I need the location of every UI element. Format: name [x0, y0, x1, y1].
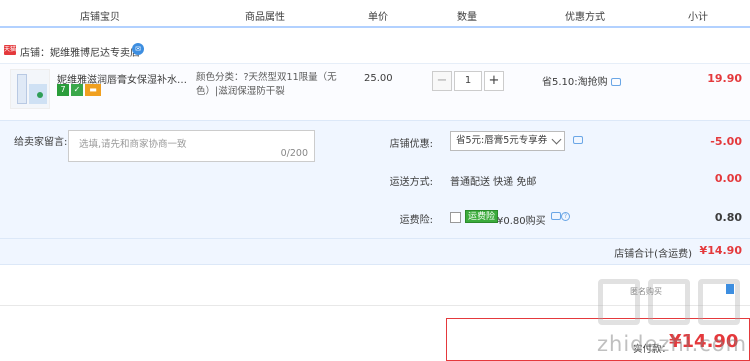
insurance-label: 运费险:: [399, 215, 433, 226]
col-shop-item: 店铺宝贝: [80, 12, 120, 23]
unit-price: 25.00: [364, 73, 393, 84]
watermark-logo-icon: [598, 279, 743, 331]
col-quantity: 数量: [457, 12, 477, 23]
product-attributes: 颜色分类：?天然型双11限量（无色）|滋润保湿防干裂: [196, 72, 337, 97]
cart-item-row: 妮维雅滋润唇膏女保湿补水变色... 7✓▬ 颜色分类：?天然型双11限量（无色）…: [0, 63, 750, 120]
col-attributes: 商品属性: [245, 12, 285, 23]
shop-total-label: 店铺合计(含运费): [614, 249, 692, 260]
header-divider: [0, 26, 750, 28]
seller-message-placeholder: 选填,请先和商家协商一致: [79, 139, 187, 150]
increase-quantity-button[interactable]: +: [484, 71, 504, 91]
shop-discount-select[interactable]: 省5元:唇膏5元专享券: [450, 131, 565, 151]
insurance-tag: 运费险: [465, 210, 499, 223]
seven-day-return-icon[interactable]: 7: [57, 84, 69, 96]
shop-total-value: ¥14.90: [699, 244, 742, 257]
decrease-quantity-button[interactable]: −: [432, 71, 452, 91]
insurance-price-text: ¥0.80购买: [497, 216, 546, 227]
insurance-amount: 0.80: [714, 211, 742, 224]
watermark-url: zhidezhi.com: [597, 332, 748, 356]
tmall-badge-icon: 天猫: [4, 45, 17, 55]
insurance-checkbox[interactable]: [450, 212, 461, 223]
shipping-method: 普通配送 快递 免邮: [450, 177, 537, 188]
wangwang-chat-icon[interactable]: ✉: [132, 43, 144, 55]
col-subtotal: 小计: [688, 12, 708, 23]
quantity-input[interactable]: 1: [454, 71, 482, 91]
promotion-text: 省5.10:淘抢购: [542, 77, 608, 88]
comment-icon[interactable]: [551, 212, 561, 220]
product-thumbnail[interactable]: [10, 69, 50, 109]
service-icons: 7 ✓ ▬: [57, 84, 103, 96]
cart-column-header: 店铺宝贝 商品属性 单价 数量 优惠方式 小计: [0, 0, 750, 26]
comment-icon[interactable]: [610, 78, 621, 86]
shipping-label: 运送方式:: [389, 177, 433, 188]
col-unit-price: 单价: [368, 12, 388, 23]
shop-discount-selected: 省5元:唇膏5元专享券: [456, 135, 548, 146]
seller-message-input[interactable]: 选填,请先和商家协商一致 0/200: [68, 130, 315, 162]
insurance-help: ?: [548, 211, 570, 222]
col-discount: 优惠方式: [565, 12, 605, 23]
shop-name-link[interactable]: 店铺：妮维雅博尼达专卖店: [20, 44, 140, 59]
guarantee-icon[interactable]: ✓: [71, 84, 83, 96]
shop-discount-amount: -5.00: [710, 135, 742, 148]
help-question-icon[interactable]: ?: [561, 211, 570, 221]
shipping-amount: 0.00: [714, 172, 742, 185]
comment-icon[interactable]: [573, 136, 583, 144]
seller-message-label: 给卖家留言:: [14, 137, 68, 148]
quantity-stepper: − 1 +: [432, 71, 504, 91]
message-char-counter: 0/200: [280, 148, 308, 159]
chevron-down-icon: [551, 134, 562, 145]
item-subtotal: 19.90: [707, 72, 742, 85]
promotion-info: 省5.10:淘抢购: [542, 73, 621, 88]
order-options-panel: 给卖家留言: 选填,请先和商家协商一致 0/200 店铺优惠: 省5元:唇膏5元…: [0, 120, 750, 238]
credit-card-icon[interactable]: ▬: [85, 84, 101, 96]
shop-discount-label: 店铺优惠:: [389, 139, 433, 150]
shop-row: 天猫 店铺：妮维雅博尼达专卖店 ✉: [0, 40, 750, 60]
